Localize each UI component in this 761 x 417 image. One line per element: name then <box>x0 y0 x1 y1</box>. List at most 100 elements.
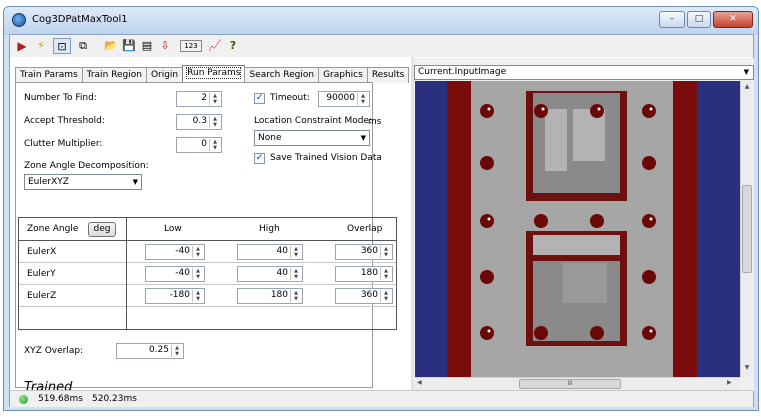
title-bar: Cog3DPatMaxTool1 – □ ✕ <box>4 7 758 35</box>
table-divider <box>126 218 127 329</box>
graph-button[interactable]: 📈 <box>206 38 224 54</box>
spin-arrows-icon[interactable]: ▲ ▼ <box>290 246 301 258</box>
xyz-overlap-label: XYZ Overlap: <box>24 346 84 356</box>
euler-z-high-value: 180 <box>270 290 288 300</box>
save-trained-checkbox[interactable]: ✓ <box>254 153 265 164</box>
accept-threshold-input[interactable]: 0.3 ▲ ▼ <box>176 114 222 130</box>
open-file-button[interactable]: 📂 <box>102 38 120 54</box>
euler-z-low-input[interactable]: -180 ▲ ▼ <box>145 288 205 304</box>
euler-z-high-input[interactable]: 180 ▲ ▼ <box>237 288 303 304</box>
app-icon <box>12 13 26 27</box>
zone-angle-header: Zone Angle <box>27 224 79 234</box>
run-tool-button[interactable]: ▶ <box>13 38 31 54</box>
tab-run-params[interactable]: Run Params <box>182 65 246 83</box>
spin-arrows-icon[interactable]: ▲ ▼ <box>192 246 203 258</box>
save-as-button[interactable]: ▤ <box>138 38 156 54</box>
euler-z-overlap-value: 360 <box>360 290 378 300</box>
save-button[interactable]: 💾 <box>120 38 138 54</box>
window-title: Cog3DPatMaxTool1 <box>32 14 128 25</box>
input-image <box>415 81 740 377</box>
zone-decomp-label: Zone Angle Decomposition: <box>24 161 149 171</box>
tab-strip: Train Params Train Region Origin Run Par… <box>15 65 410 83</box>
timeout-unit-label: ms <box>368 117 382 127</box>
tab-train-region[interactable]: Train Region <box>81 67 147 83</box>
spin-arrows-icon[interactable]: ▲ ▼ <box>380 246 391 258</box>
euler-x-low-input[interactable]: -40 ▲ ▼ <box>145 244 205 260</box>
table-divider <box>19 306 396 307</box>
tab-origin[interactable]: Origin <box>145 67 184 83</box>
copy-button[interactable]: ⧉ <box>74 38 92 54</box>
timeout-input[interactable]: 90000 ▲ ▼ <box>318 91 370 107</box>
scroll-left-icon[interactable]: ◀ <box>417 379 427 389</box>
image-source-select[interactable]: Current.InputImage ▼ <box>414 65 754 80</box>
location-constraint-select[interactable]: None ▼ <box>254 130 370 146</box>
left-panel: Train Params Train Region Origin Run Par… <box>10 57 410 389</box>
zone-decomp-select[interactable]: EulerXYZ ▼ <box>24 174 142 190</box>
image-source-value: Current.InputImage <box>418 67 507 77</box>
number-to-find-value: 2 <box>201 93 207 103</box>
spin-arrows-icon[interactable]: ▲ ▼ <box>290 268 301 280</box>
spin-arrows-icon[interactable]: ▲ ▼ <box>209 93 220 105</box>
clutter-multiplier-value: 0 <box>201 139 207 149</box>
spin-arrows-icon[interactable]: ▲ ▼ <box>192 290 203 302</box>
euler-z-overlap-input[interactable]: 360 ▲ ▼ <box>335 288 393 304</box>
euler-y-overlap-input[interactable]: 180 ▲ ▼ <box>335 266 393 282</box>
tab-graphics[interactable]: Graphics <box>318 67 368 83</box>
timeout-label: Timeout: <box>270 93 310 103</box>
numeric-display-button[interactable]: 123 <box>180 40 202 52</box>
maximize-button[interactable]: □ <box>687 11 711 28</box>
scroll-down-icon[interactable]: ▼ <box>742 364 752 374</box>
euler-y-high-input[interactable]: 40 ▲ ▼ <box>237 266 303 282</box>
spin-arrows-icon[interactable]: ▲ ▼ <box>380 290 391 302</box>
input-image-display[interactable] <box>415 81 740 377</box>
euler-x-high-input[interactable]: 40 ▲ ▼ <box>237 244 303 260</box>
scroll-up-icon[interactable]: ▲ <box>742 83 752 93</box>
electric-run-button[interactable]: ⚡ <box>32 38 50 54</box>
clutter-multiplier-input[interactable]: 0 ▲ ▼ <box>176 137 222 153</box>
horizontal-scroll-thumb[interactable]: III <box>519 379 621 389</box>
spin-arrows-icon[interactable]: ▲ ▼ <box>209 116 220 128</box>
zone-angle-table: Zone Angle deg Low High Overlap EulerX -… <box>18 217 397 330</box>
vertical-scrollbar[interactable]: ▲ ▼ <box>740 81 753 377</box>
spin-arrows-icon[interactable]: ▲ ▼ <box>209 139 220 151</box>
close-button[interactable]: ✕ <box>713 11 753 28</box>
spin-arrows-icon[interactable]: ▲ ▼ <box>192 268 203 280</box>
euler-x-overlap-input[interactable]: 360 ▲ ▼ <box>335 244 393 260</box>
help-button[interactable]: ? <box>224 38 242 54</box>
xyz-overlap-input[interactable]: 0.25 ▲ ▼ <box>116 343 184 359</box>
toolbar: ▶ ⚡ ⊡ ⧉ 📂 💾 ▤ ⇩ 123 📈 ? <box>10 35 753 57</box>
euler-y-low-input[interactable]: -40 ▲ ▼ <box>145 266 205 282</box>
tab-search-region[interactable]: Search Region <box>244 67 320 83</box>
minimize-button[interactable]: – <box>659 11 685 28</box>
table-divider <box>19 240 396 241</box>
deg-button[interactable]: deg <box>88 222 116 237</box>
scroll-right-icon[interactable]: ▶ <box>727 379 737 389</box>
clutter-multiplier-label: Clutter Multiplier: <box>24 139 103 149</box>
euler-z-label: EulerZ <box>27 291 57 301</box>
horizontal-scrollbar[interactable]: ◀ III ▶ <box>415 377 740 390</box>
location-constraint-value: None <box>258 133 282 143</box>
accept-threshold-label: Accept Threshold: <box>24 116 105 126</box>
tab-results[interactable]: Results <box>366 67 410 83</box>
xyz-overlap-value: 0.25 <box>148 345 169 355</box>
number-to-find-label: Number To Find: <box>24 93 97 103</box>
tab-label: Search Region <box>249 70 315 80</box>
table-divider <box>19 284 396 285</box>
number-to-find-input[interactable]: 2 ▲ ▼ <box>176 91 222 107</box>
tab-label: Origin <box>150 70 179 80</box>
timeout-value: 90000 <box>326 93 355 103</box>
accept-threshold-value: 0.3 <box>192 116 207 126</box>
tab-train-params[interactable]: Train Params <box>15 67 83 83</box>
import-button[interactable]: ⇩ <box>156 38 174 54</box>
timeout-checkbox[interactable]: ✓ <box>254 93 265 104</box>
spin-arrows-icon[interactable]: ▲ ▼ <box>357 93 368 105</box>
run-time-2: 520.23ms <box>92 394 137 404</box>
spin-arrows-icon[interactable]: ▲ ▼ <box>380 268 391 280</box>
high-column-header: High <box>259 224 280 234</box>
status-bar: 519.68ms 520.23ms <box>10 390 753 407</box>
vertical-scroll-thumb[interactable] <box>742 185 752 273</box>
toggle-display-button[interactable]: ⊡ <box>53 38 71 54</box>
chevron-down-icon: ▼ <box>743 68 749 76</box>
spin-arrows-icon[interactable]: ▲ ▼ <box>171 345 182 357</box>
spin-arrows-icon[interactable]: ▲ ▼ <box>290 290 301 302</box>
